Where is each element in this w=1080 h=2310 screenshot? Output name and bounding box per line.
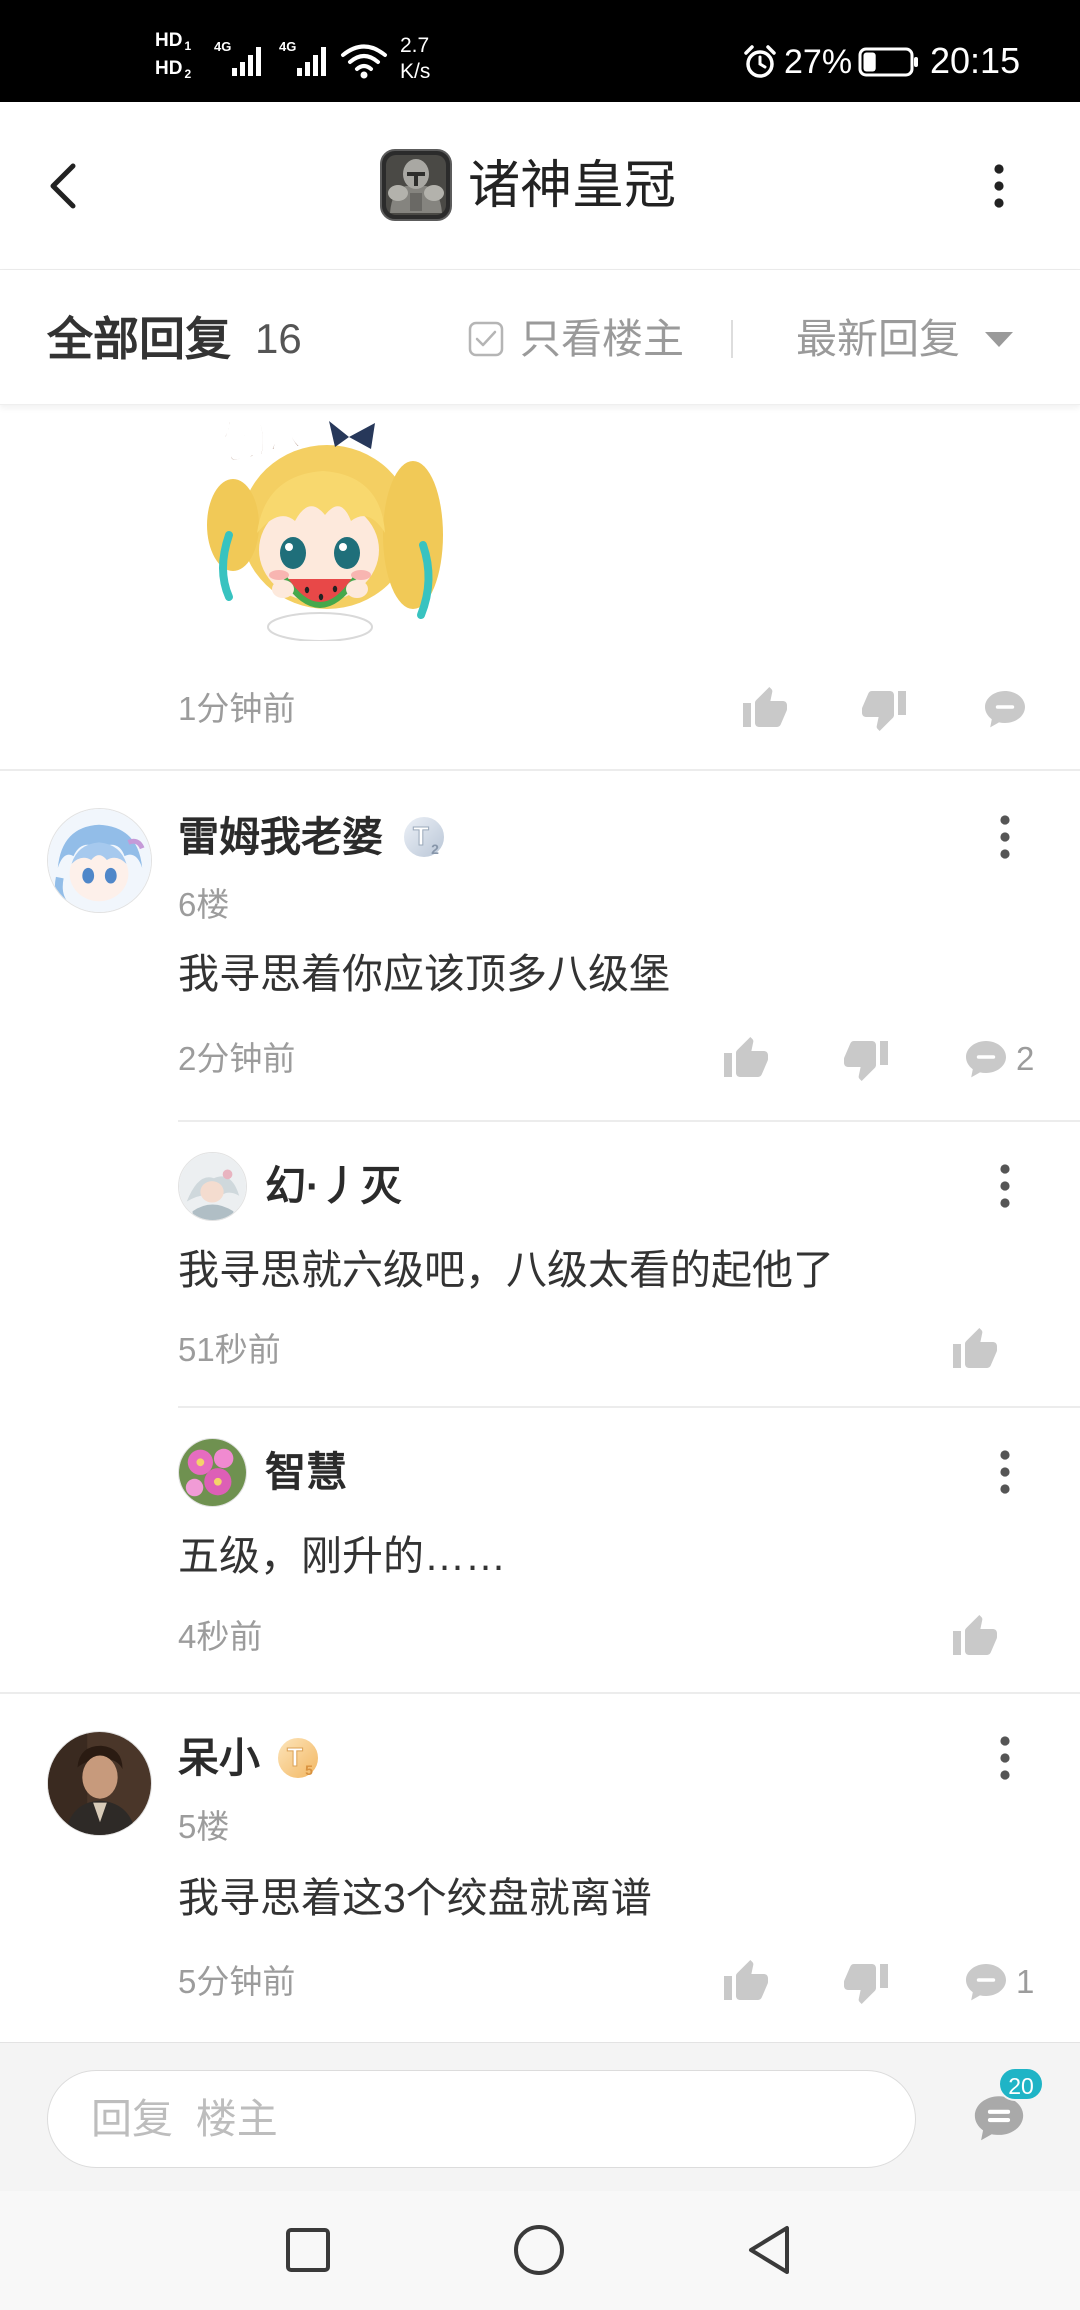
reply-time: 51秒前 bbox=[178, 1331, 281, 1368]
avatar[interactable] bbox=[47, 1731, 152, 1836]
caret-down-icon[interactable] bbox=[985, 332, 1013, 347]
avatar[interactable] bbox=[47, 808, 152, 913]
reply-input[interactable]: 回复 楼主 bbox=[47, 2070, 916, 2168]
sim1-index: 1 bbox=[184, 39, 192, 53]
reply-count: 2 bbox=[1016, 1040, 1035, 1077]
sim1-network-label: 4G bbox=[214, 39, 231, 54]
comment-icon[interactable] bbox=[962, 1035, 1010, 1083]
username[interactable]: 智慧 bbox=[265, 1444, 347, 1500]
reply-time: 4秒前 bbox=[178, 1618, 263, 1655]
badge-level: 2 bbox=[431, 841, 439, 857]
sort-dropdown[interactable]: 最新回复 bbox=[794, 307, 1024, 371]
battery-level-fill bbox=[863, 52, 876, 72]
more-vertical-icon[interactable] bbox=[998, 1734, 1012, 1782]
sim1-indicator: HD 1 bbox=[155, 30, 191, 53]
page-title: 诸神皇冠 bbox=[468, 157, 677, 215]
floor-label: 5楼 bbox=[178, 1808, 230, 1845]
comment-text: 我寻思着这3个绞盘就离谱 bbox=[178, 1875, 652, 1921]
unread-count-badge: 20 bbox=[998, 2067, 1044, 2101]
thumbs-up-icon[interactable] bbox=[741, 685, 789, 733]
reply-count: 16 bbox=[255, 315, 302, 362]
more-vertical-icon[interactable] bbox=[998, 813, 1012, 861]
signal-icon: 4G bbox=[214, 39, 261, 76]
thumbs-up-icon[interactable] bbox=[951, 1326, 999, 1374]
thumbs-up-icon[interactable] bbox=[951, 1613, 999, 1661]
signal-icon: 4G bbox=[279, 39, 326, 76]
reply-placeholder: 回复 楼主 bbox=[91, 2096, 278, 2142]
clock: 20:15 bbox=[930, 40, 1021, 81]
reply-filter-bar: 全部回复 16 只看楼主 最新回复 bbox=[0, 270, 1080, 405]
comment-icon[interactable] bbox=[981, 685, 1029, 733]
item-divider bbox=[0, 1692, 1080, 1694]
battery-icon bbox=[858, 47, 918, 77]
sub-reply-divider bbox=[178, 1120, 1080, 1122]
level-badge: T 5 bbox=[276, 1736, 320, 1780]
post-item: 吃瓜 1分钟前 bbox=[0, 405, 1080, 769]
thumbs-down-icon[interactable] bbox=[842, 1958, 890, 2006]
badge-letter: T bbox=[413, 821, 429, 851]
username[interactable]: 幻·丿灭 bbox=[265, 1158, 402, 1214]
chevron-left-icon[interactable] bbox=[46, 162, 80, 210]
thumbs-down-icon[interactable] bbox=[860, 685, 908, 733]
wifi-icon bbox=[341, 44, 387, 79]
more-vertical-icon[interactable] bbox=[992, 162, 1006, 210]
floor-label: 6楼 bbox=[178, 886, 230, 923]
recents-square-icon[interactable] bbox=[284, 2226, 332, 2274]
sim2-indicator: HD 2 bbox=[155, 58, 191, 81]
comment-text: 我寻思着你应该顶多八级堡 bbox=[178, 951, 670, 997]
sort-label: 最新回复 bbox=[796, 316, 960, 362]
net-speed-value: 2.7 bbox=[400, 34, 430, 57]
owner-only-label: 只看楼主 bbox=[520, 316, 684, 362]
comment-time: 2分钟前 bbox=[178, 1040, 296, 1077]
sub-reply-divider bbox=[178, 1406, 1080, 1408]
more-vertical-icon[interactable] bbox=[998, 1448, 1012, 1496]
level-badge: T 2 bbox=[402, 815, 446, 859]
avatar[interactable] bbox=[178, 1438, 247, 1507]
post-time: 1分钟前 bbox=[178, 690, 296, 727]
sim2-network-label: 4G bbox=[279, 39, 296, 54]
item-divider bbox=[0, 769, 1080, 771]
reply-list: 吃瓜 1分钟前 雷姆我老婆 T 2 6楼 我寻思着你应该顶多八级堡 2分钟前 2… bbox=[0, 405, 1080, 2042]
game-app-icon[interactable] bbox=[380, 149, 452, 221]
battery-percent: 27% bbox=[784, 43, 853, 81]
thumbs-down-icon[interactable] bbox=[842, 1035, 890, 1083]
comment-time: 5分钟前 bbox=[178, 1963, 296, 2000]
checkbox-icon[interactable] bbox=[468, 321, 504, 357]
reply-text: 五级，刚升的…… bbox=[178, 1533, 506, 1579]
net-speed-unit: K/s bbox=[400, 60, 431, 83]
more-vertical-icon[interactable] bbox=[998, 1162, 1012, 1210]
badge-letter: T bbox=[287, 1742, 303, 1772]
sim1-hd-label: HD bbox=[155, 30, 183, 51]
back-triangle-icon[interactable] bbox=[745, 2224, 793, 2276]
sticker-image[interactable]: 吃瓜 bbox=[199, 405, 449, 641]
owner-only-toggle[interactable]: 只看楼主 bbox=[466, 307, 706, 371]
thumbs-up-icon[interactable] bbox=[722, 1035, 770, 1083]
badge-level: 5 bbox=[305, 1762, 313, 1778]
all-replies-title: 全部回复 bbox=[47, 313, 231, 365]
alarm-icon bbox=[744, 45, 776, 78]
home-circle-icon[interactable] bbox=[512, 2223, 566, 2277]
status-bar: HD 1 HD 2 4G 4G 2.7 K/s 27% 20:15 bbox=[0, 0, 1080, 102]
app-header: 诸神皇冠 bbox=[0, 102, 1080, 270]
thumbs-up-icon[interactable] bbox=[722, 1958, 770, 2006]
sim2-hd-label: HD bbox=[155, 58, 183, 79]
reply-text: 我寻思就六级吧，八级太看的起他了 bbox=[178, 1247, 834, 1293]
reply-bar: 回复 楼主 20 bbox=[0, 2042, 1080, 2191]
sim2-index: 2 bbox=[184, 67, 192, 81]
reply-count: 1 bbox=[1016, 1963, 1035, 2000]
username[interactable]: 呆小 bbox=[178, 1730, 260, 1786]
comment-icon[interactable] bbox=[962, 1958, 1010, 2006]
filter-separator bbox=[731, 320, 733, 358]
username[interactable]: 雷姆我老婆 bbox=[178, 809, 383, 865]
avatar[interactable] bbox=[178, 1152, 247, 1221]
system-nav-bar bbox=[0, 2191, 1080, 2310]
